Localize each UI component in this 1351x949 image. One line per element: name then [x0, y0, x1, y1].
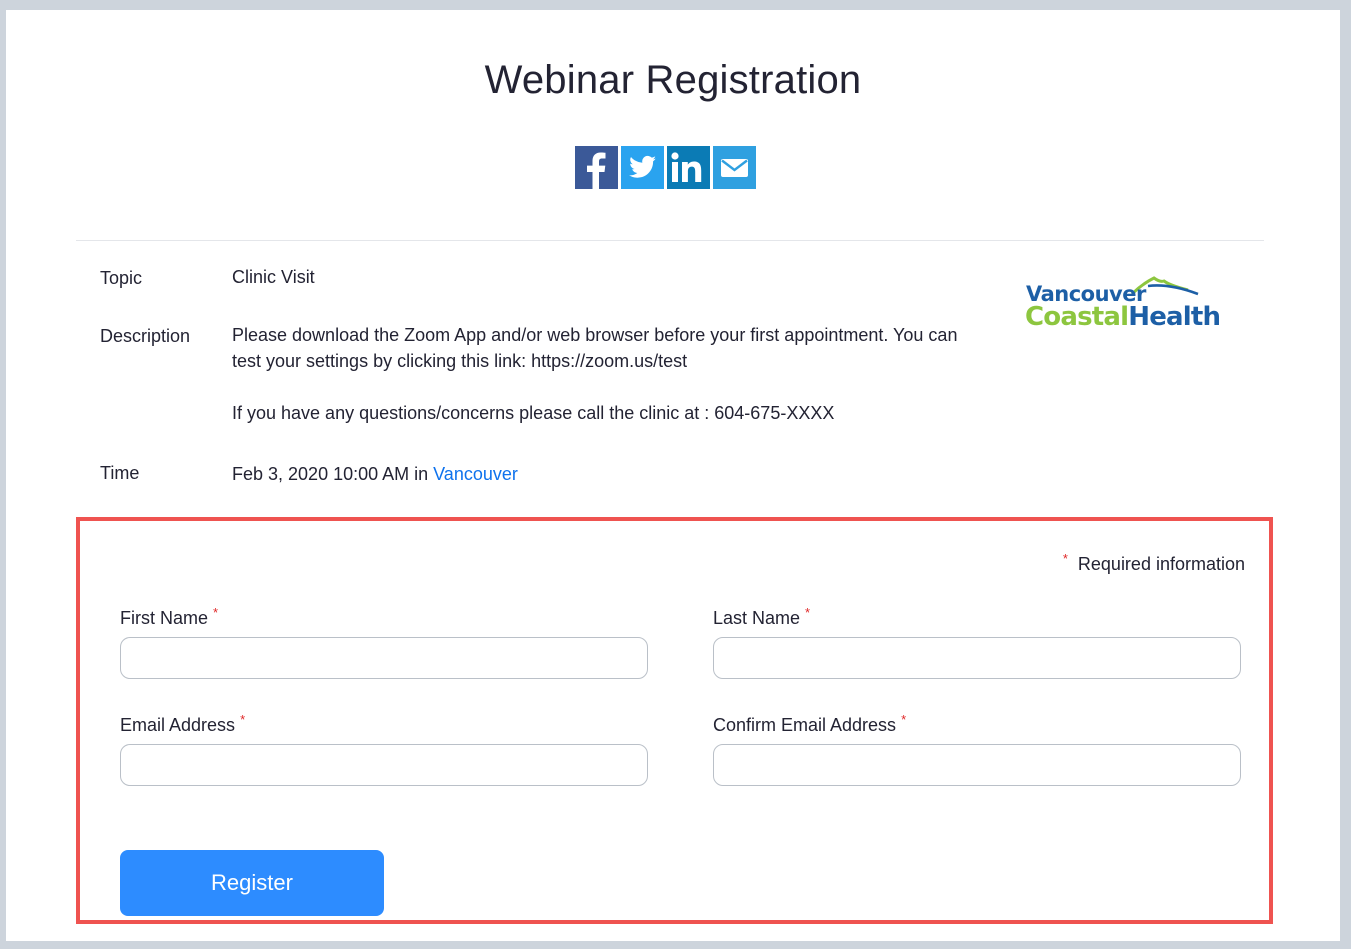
time-text: Feb 3, 2020 10:00 AM in [232, 464, 434, 484]
logo-text-coastal-health: CoastalHealth [1025, 302, 1221, 332]
logo-text-coastal: Coastal [1025, 302, 1129, 332]
required-information-text: Required information [1077, 554, 1245, 574]
required-star: * [805, 605, 811, 620]
registration-form: * Required information First Name * Last N… [76, 517, 1273, 924]
facebook-share-button[interactable] [575, 146, 618, 189]
description-text: Please download the Zoom App and/or web … [232, 322, 972, 426]
twitter-share-button[interactable] [621, 146, 664, 189]
confirm-email-input[interactable] [713, 744, 1241, 786]
topic-value: Clinic Visit [232, 267, 315, 287]
email-address-label: Email Address * [120, 712, 245, 736]
time-value: Feb 3, 2020 10:00 AM in Vancouver [232, 461, 518, 487]
required-information-note: * Required information [1063, 551, 1245, 575]
email-share-button[interactable] [713, 146, 756, 189]
email-address-input[interactable] [120, 744, 648, 786]
confirm-email-label-text: Confirm Email Address [713, 715, 897, 735]
last-name-label-text: Last Name [713, 608, 801, 628]
required-star: * [240, 712, 246, 727]
email-icon [721, 159, 748, 177]
vancouver-coastal-health-logo: Vancouver CoastalHealth [1022, 272, 1221, 332]
facebook-icon [587, 152, 606, 189]
description-label: Description [100, 326, 191, 346]
time-label: Time [100, 463, 140, 483]
linkedin-icon [671, 152, 702, 182]
timezone-link[interactable]: Vancouver [433, 464, 518, 484]
share-bar [575, 146, 756, 189]
email-address-label-text: Email Address [120, 715, 236, 735]
last-name-input[interactable] [713, 637, 1241, 679]
page-title: Webinar Registration [484, 58, 862, 102]
description-paragraph: Please download the Zoom App and/or web … [232, 325, 958, 371]
linkedin-share-button[interactable] [667, 146, 710, 189]
registration-page: Webinar Registration Topic Clinic Visit … [6, 10, 1340, 941]
first-name-label-text: First Name [120, 608, 209, 628]
register-button[interactable]: Register [120, 850, 384, 916]
twitter-icon [629, 155, 656, 178]
logo-text-health: Health [1128, 302, 1221, 332]
topic-label: Topic [100, 268, 143, 288]
description-contact-paragraph: If you have any questions/concerns pleas… [232, 403, 835, 423]
first-name-label: First Name * [120, 605, 218, 629]
confirm-email-label: Confirm Email Address * [713, 712, 906, 736]
required-star: * [901, 712, 907, 727]
first-name-input[interactable] [120, 637, 648, 679]
required-star: * [1062, 551, 1068, 566]
required-star: * [213, 605, 219, 620]
section-divider [76, 240, 1264, 241]
last-name-label: Last Name * [713, 605, 810, 629]
